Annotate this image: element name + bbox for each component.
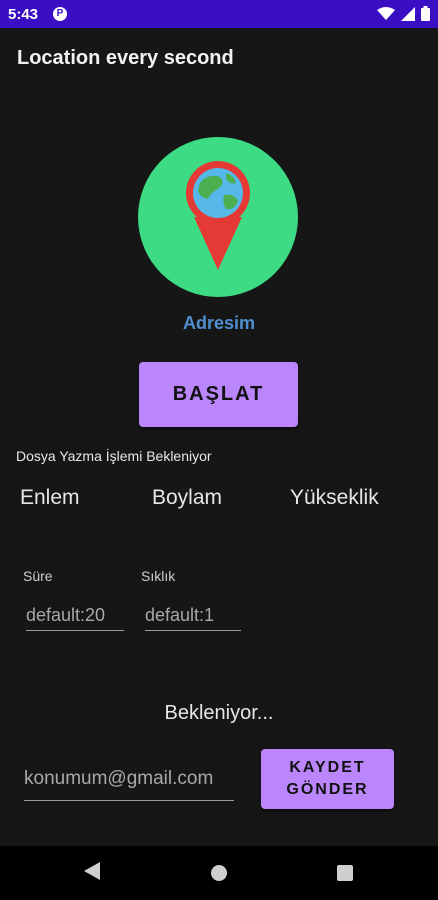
app-title: Location every second [17, 47, 234, 69]
duration-input[interactable]: default:20 [26, 600, 124, 631]
wifi-icon [377, 6, 395, 20]
save-button-line2: GÖNDER [286, 781, 369, 798]
status-bar: 5:43 P [0, 0, 438, 28]
duration-label: Süre [23, 568, 53, 584]
signal-icon [401, 6, 415, 21]
file-status-text: Dosya Yazma İşlemi Bekleniyor [16, 448, 212, 464]
save-send-button[interactable]: KAYDET GÖNDER [261, 749, 394, 809]
latitude-label: Enlem [20, 486, 80, 509]
save-button-line1: KAYDET [289, 759, 366, 776]
recents-icon[interactable] [337, 865, 353, 881]
frequency-label: Sıklık [141, 568, 176, 584]
status-time: 5:43 [8, 6, 39, 23]
app-notification-icon: P [53, 7, 67, 21]
longitude-label: Boylam [152, 486, 223, 509]
address-label: Adresim [182, 313, 256, 333]
start-button[interactable]: BAŞLAT [139, 362, 298, 427]
battery-icon [421, 6, 430, 21]
frequency-input[interactable]: default:1 [145, 600, 241, 631]
email-input[interactable]: konumum@gmail.com [24, 764, 234, 801]
home-icon[interactable] [211, 865, 227, 881]
navigation-bar [0, 846, 438, 900]
globe-map-pin-icon [138, 137, 298, 297]
status-icons [377, 6, 430, 21]
altitude-label: Yükseklik [290, 486, 379, 509]
back-icon[interactable] [84, 862, 100, 880]
waiting-status: Bekleniyor... [164, 702, 274, 724]
